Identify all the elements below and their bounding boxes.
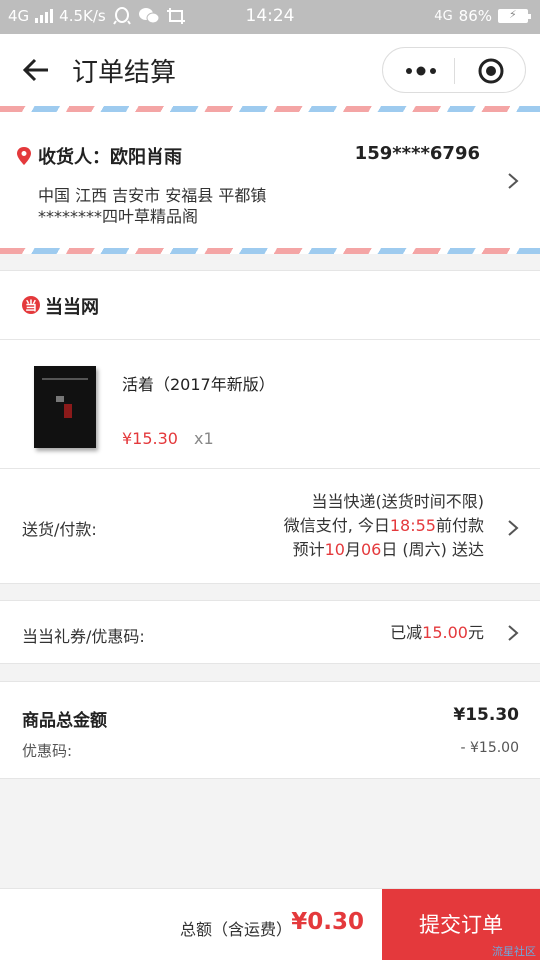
receiver-phone: 159****6796	[354, 143, 480, 164]
watermark: 流星社区	[492, 945, 536, 958]
goods-total-label: 商品总金额	[22, 711, 107, 731]
total-label: 总额（含运费）	[179, 920, 292, 939]
back-arrow-icon[interactable]	[20, 54, 52, 86]
status-bar: 4G 4.5K/s 14:24 4G 86% ⚡	[0, 0, 540, 34]
goods-total-value: ¥15.30	[453, 705, 519, 725]
capsule-divider	[454, 58, 455, 84]
store-logo-icon: 当	[22, 296, 40, 314]
address-card[interactable]: 收货人：欧阳肖雨 159****6796 中国 江西 吉安市 安福县 平都镇 *…	[0, 106, 540, 254]
chevron-right-icon	[508, 625, 519, 641]
mini-program-capsule	[382, 47, 526, 93]
order-card: 当 当当网 活着（2017年新版） ¥15.30 x1 送货/付款: 当当快递(…	[0, 270, 540, 584]
address-line-2: ********四叶草精品阁	[38, 207, 199, 226]
store-name: 当当网	[45, 297, 99, 318]
battery-percent: 86%	[458, 7, 492, 25]
coupon-row[interactable]: 当当礼券/优惠码: 已减15.00元	[0, 600, 540, 664]
page-title: 订单结算	[72, 58, 177, 88]
coupon-label: 当当礼券/优惠码:	[22, 627, 145, 646]
payment-deadline: 微信支付, 今日18:55前付款	[283, 516, 484, 535]
shipping-details[interactable]: 当当快递(送货时间不限) 微信支付, 今日18:55前付款 预计10月06日 (…	[284, 490, 484, 562]
divider	[0, 339, 540, 340]
status-right: 4G 86% ⚡	[434, 7, 531, 25]
coupon-value: 已减15.00元	[390, 623, 484, 642]
airmail-stripe-bottom	[0, 248, 540, 254]
product-price: ¥15.30	[122, 429, 178, 448]
more-dots-icon[interactable]	[403, 61, 439, 81]
total-value: ¥0.30	[291, 909, 364, 935]
chevron-right-icon	[508, 173, 519, 189]
estimated-delivery: 预计10月06日 (周六) 送达	[292, 540, 484, 559]
product-title[interactable]: 活着（2017年新版）	[122, 371, 275, 395]
product-quantity: x1	[194, 429, 214, 448]
target-icon[interactable]	[478, 58, 504, 84]
divider	[0, 468, 540, 469]
network-type-right: 4G	[434, 8, 453, 24]
location-pin-icon	[17, 147, 31, 165]
airmail-stripe-top	[0, 106, 540, 112]
receiver-name: 收货人：欧阳肖雨	[38, 147, 182, 168]
chevron-right-icon	[508, 520, 519, 536]
summary-card: 商品总金额 ¥15.30 优惠码: - ¥15.00	[0, 681, 540, 779]
battery-icon: ⚡	[498, 8, 531, 23]
shipping-method: 当当快递(送货时间不限)	[311, 492, 485, 511]
checkout-bar: 总额（含运费） ¥0.30 提交订单 流星社区	[0, 888, 540, 960]
product-thumbnail[interactable]	[34, 366, 96, 448]
promo-value: - ¥15.00	[460, 740, 520, 756]
shipping-label: 送货/付款:	[22, 520, 97, 539]
nav-bar: 订单结算	[0, 34, 540, 106]
promo-label: 优惠码:	[22, 742, 73, 760]
